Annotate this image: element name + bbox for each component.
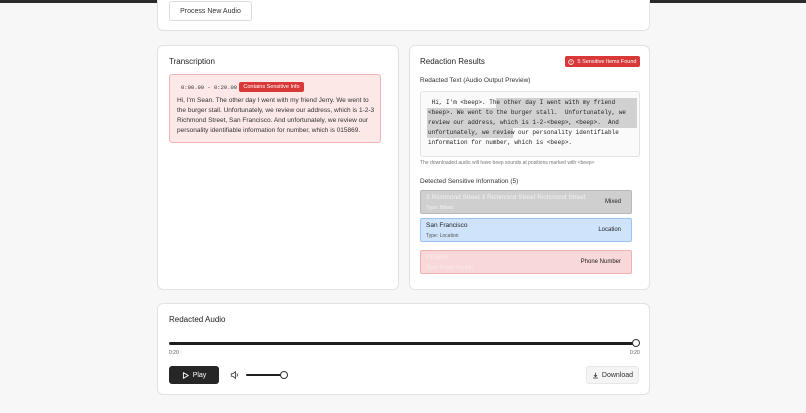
detected-item-phone: 015869 Type: Phone Number Phone Number bbox=[420, 250, 632, 274]
redacted-text-box[interactable]: Hi, I'm <beep>. The other day I went wit… bbox=[420, 91, 640, 157]
segment-timestamp: 0:00.00 - 0:20.00 bbox=[181, 84, 238, 91]
redacted-audio-title: Redacted Audio bbox=[169, 315, 226, 324]
volume-slider-thumb[interactable] bbox=[280, 371, 288, 379]
process-card: Process New Audio bbox=[157, 0, 650, 31]
detected-item-tag: Mixed bbox=[604, 199, 621, 205]
audio-progress-thumb[interactable] bbox=[632, 339, 640, 347]
redacted-audio-card: Redacted Audio 0:20 0:20 Play Download bbox=[157, 303, 650, 395]
sensitive-count-label: 5 Sensitive Items Found bbox=[577, 58, 637, 65]
detected-title: Detected Sensitive Information (5) bbox=[420, 178, 519, 185]
detected-item-tag: Phone Number bbox=[580, 259, 621, 265]
download-label: Download bbox=[601, 371, 634, 379]
detected-item-mixed: 3 Richmond Street 3 Richmond Street Rich… bbox=[420, 190, 632, 214]
detected-item-type: Type: Phone Number bbox=[426, 265, 474, 271]
detected-item-name: 015869 bbox=[426, 254, 448, 261]
redacted-text-title: Redacted Text (Audio Output Preview) bbox=[420, 77, 531, 84]
detected-item-type: Type: Location bbox=[426, 233, 459, 239]
segment-text: Hi, I'm Sean. The other day I went with … bbox=[177, 97, 375, 134]
alert-circle-icon bbox=[568, 58, 575, 65]
play-icon bbox=[182, 371, 189, 379]
process-new-audio-button[interactable]: Process New Audio bbox=[169, 1, 252, 21]
sensitive-info-badge: Contains Sensitive Info bbox=[239, 82, 304, 92]
detected-item-type: Type: Mixed bbox=[426, 205, 453, 211]
detected-item-name: 3 Richmond Street 3 Richmond Street Rich… bbox=[426, 194, 586, 201]
detected-item-location: San Francisco Type: Location Location bbox=[420, 218, 632, 242]
detected-item-tag: Location bbox=[598, 227, 621, 233]
beep-note: The downloaded audio will have beep soun… bbox=[420, 160, 595, 166]
play-label: Play bbox=[192, 371, 207, 379]
transcription-segment: 0:00.00 - 0:20.00 Contains Sensitive Inf… bbox=[169, 74, 381, 143]
download-icon bbox=[592, 372, 598, 378]
current-time: 0:20 bbox=[169, 350, 179, 356]
redaction-title: Redaction Results bbox=[420, 57, 485, 66]
transcription-title: Transcription bbox=[169, 57, 215, 66]
total-time: 0:20 bbox=[630, 350, 640, 356]
play-button[interactable]: Play bbox=[169, 366, 219, 384]
transcription-card: Transcription 0:00.00 - 0:20.00 Contains… bbox=[157, 45, 399, 290]
redacted-text: Hi, I'm <beep>. The other day I went wit… bbox=[428, 99, 630, 146]
sensitive-count-badge: 5 Sensitive Items Found bbox=[565, 56, 640, 67]
audio-progress-track[interactable] bbox=[169, 342, 635, 345]
detected-item-name: San Francisco bbox=[426, 222, 468, 229]
volume-icon[interactable] bbox=[230, 370, 240, 380]
redaction-card: Redaction Results 5 Sensitive Items Foun… bbox=[409, 45, 650, 290]
volume-slider-track[interactable] bbox=[246, 374, 284, 376]
download-button[interactable]: Download bbox=[586, 366, 639, 384]
